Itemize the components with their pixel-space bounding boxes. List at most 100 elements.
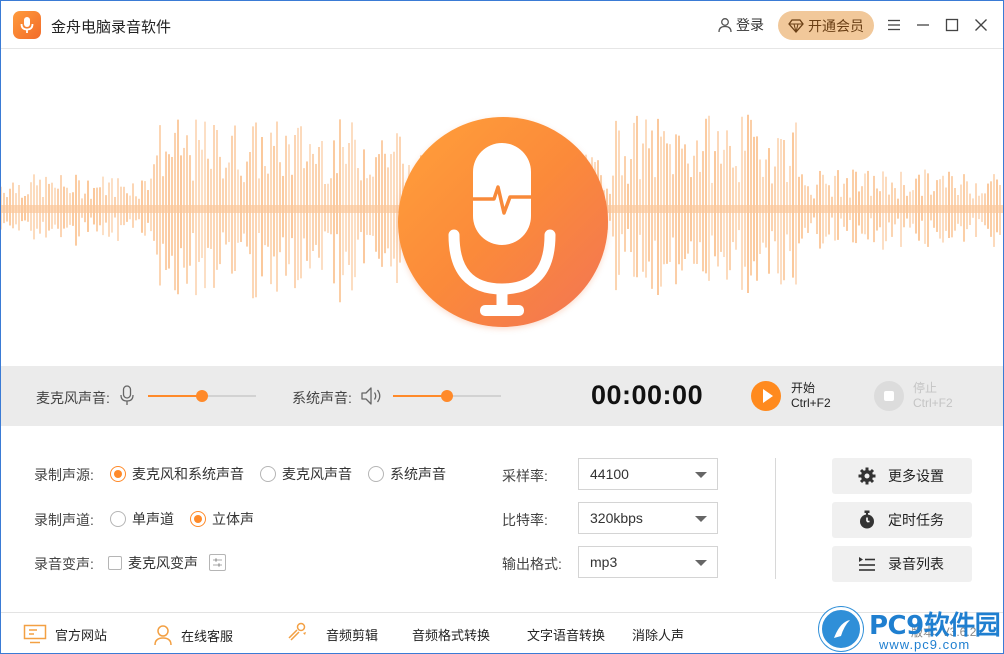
voice-settings-icon[interactable]: [209, 554, 226, 571]
gear-icon: [858, 467, 876, 485]
vip-button[interactable]: 开通会员: [778, 11, 874, 40]
close-button[interactable]: [969, 13, 993, 37]
menu-button[interactable]: [882, 13, 906, 37]
app-window: 金舟电脑录音软件 登录 开通会员 麦克风声音: 系统声音: 00:00:00 开…: [0, 0, 1004, 654]
checkbox-box: [108, 556, 122, 570]
diamond-icon: [788, 18, 804, 33]
menu-icon: [888, 19, 900, 31]
format-value: mp3: [590, 554, 618, 570]
sample-rate-value: 44100: [590, 466, 629, 482]
format-label: 输出格式:: [502, 556, 562, 572]
recording-list-label: 录音列表: [888, 556, 944, 572]
stop-label-group[interactable]: 停止 Ctrl+F2: [913, 381, 953, 411]
official-website-link[interactable]: 官方网站: [23, 624, 107, 644]
system-volume-knob[interactable]: [441, 390, 453, 402]
radio-dot: [260, 466, 276, 482]
microphone-icon: [448, 143, 556, 316]
scheduled-task-button[interactable]: 定时任务: [832, 502, 972, 538]
system-volume-label: 系统声音:: [292, 390, 352, 406]
stopwatch-icon: [860, 510, 874, 529]
close-icon: [975, 19, 987, 31]
audio-format-convert-link[interactable]: 音频格式转换: [412, 625, 490, 644]
format-select[interactable]: mp3: [578, 546, 718, 578]
mic-volume-knob[interactable]: [196, 390, 208, 402]
more-settings-label: 更多设置: [888, 468, 944, 484]
list-icon: [859, 557, 875, 571]
stop-shortcut: Ctrl+F2: [913, 396, 953, 410]
more-settings-button[interactable]: 更多设置: [832, 458, 972, 494]
radio-dot: [190, 511, 206, 527]
source-option-label: 系统声音: [390, 466, 446, 482]
bitrate-select[interactable]: 320kbps: [578, 502, 718, 534]
settings-panel: 录制声源: 麦克风和系统声音 麦克风声音 系统声音 录制声道: 单声道 立体声 …: [1, 426, 1003, 612]
online-support-label: 在线客服: [181, 628, 234, 644]
mic-voice-change-label: 麦克风变声: [128, 555, 198, 571]
text-to-speech-link[interactable]: 文字语音转换: [527, 625, 605, 644]
audio-edit-icon[interactable]: [286, 621, 308, 643]
radio-dot: [368, 466, 384, 482]
start-label: 开始: [791, 381, 816, 395]
radio-dot: [110, 511, 126, 527]
volume-control-bar: 麦克风声音: 系统声音: 00:00:00 开始 Ctrl+F2 停止 Ctrl…: [1, 366, 1003, 426]
microphone-small-icon: [120, 385, 134, 405]
speaker-icon: [361, 387, 381, 405]
vocal-remove-link[interactable]: 消除人声: [632, 625, 684, 644]
chevron-down-icon: [695, 472, 707, 478]
system-volume-slider[interactable]: [393, 390, 501, 402]
source-option-mic-and-system[interactable]: 麦克风和系统声音: [110, 464, 244, 484]
watermark-url: www.pc9.com: [879, 637, 971, 652]
mic-volume-slider[interactable]: [148, 390, 256, 402]
stop-button[interactable]: [874, 381, 904, 411]
source-option-label: 麦克风和系统声音: [132, 466, 244, 482]
channel-option-mono[interactable]: 单声道: [110, 509, 174, 529]
online-support-link[interactable]: 在线客服: [153, 624, 233, 646]
sample-rate-select[interactable]: 44100: [578, 458, 718, 490]
source-option-system[interactable]: 系统声音: [368, 464, 446, 484]
sample-rate-label: 采样率:: [502, 468, 548, 484]
pc9-logo-icon: [819, 607, 863, 651]
source-label: 录制声源:: [34, 467, 94, 483]
login-button[interactable]: 登录: [717, 15, 764, 35]
bitrate-label: 比特率:: [502, 512, 548, 528]
app-title: 金舟电脑录音软件: [51, 19, 172, 36]
record-mic-button[interactable]: [398, 117, 608, 327]
maximize-button[interactable]: [940, 13, 964, 37]
vip-label: 开通会员: [808, 17, 864, 34]
channel-option-label: 立体声: [212, 511, 254, 527]
waveform-area: [1, 49, 1003, 366]
radio-dot: [110, 466, 126, 482]
channel-label: 录制声道:: [34, 512, 94, 528]
official-website-label: 官方网站: [55, 627, 108, 643]
pc9-watermark: PC9软件园 www.pc9.com: [819, 605, 1003, 653]
login-label: 登录: [736, 17, 764, 33]
monitor-icon: [23, 624, 47, 644]
recording-list-button[interactable]: 录音列表: [832, 546, 972, 582]
start-button[interactable]: [751, 381, 781, 411]
audio-edit-link[interactable]: 音频剪辑: [326, 625, 378, 644]
bitrate-value: 320kbps: [590, 510, 643, 526]
title-bar: 金舟电脑录音软件 登录 开通会员: [1, 1, 1003, 49]
channel-option-stereo[interactable]: 立体声: [190, 509, 254, 529]
start-shortcut: Ctrl+F2: [791, 396, 831, 410]
voice-change-label: 录音变声:: [34, 556, 94, 572]
mic-volume-fill: [148, 395, 202, 397]
channel-option-label: 单声道: [132, 511, 174, 527]
chevron-down-icon: [695, 516, 707, 522]
app-logo-icon: [13, 11, 41, 39]
source-option-label: 麦克风声音: [282, 466, 352, 482]
user-icon: [718, 18, 732, 33]
chevron-down-icon: [695, 560, 707, 566]
mic-voice-change-checkbox[interactable]: 麦克风变声: [108, 553, 198, 573]
minimize-button[interactable]: [911, 13, 935, 37]
source-option-mic[interactable]: 麦克风声音: [260, 464, 352, 484]
mic-volume-label: 麦克风声音:: [36, 390, 110, 406]
minimize-icon: [917, 24, 929, 26]
divider: [775, 458, 776, 579]
scheduled-task-label: 定时任务: [888, 512, 944, 528]
start-label-group[interactable]: 开始 Ctrl+F2: [791, 381, 831, 411]
system-volume-fill: [393, 395, 447, 397]
maximize-icon: [945, 18, 959, 32]
support-agent-icon: [154, 625, 172, 646]
stop-label: 停止: [913, 381, 938, 395]
recording-timer: 00:00:00: [591, 380, 704, 410]
